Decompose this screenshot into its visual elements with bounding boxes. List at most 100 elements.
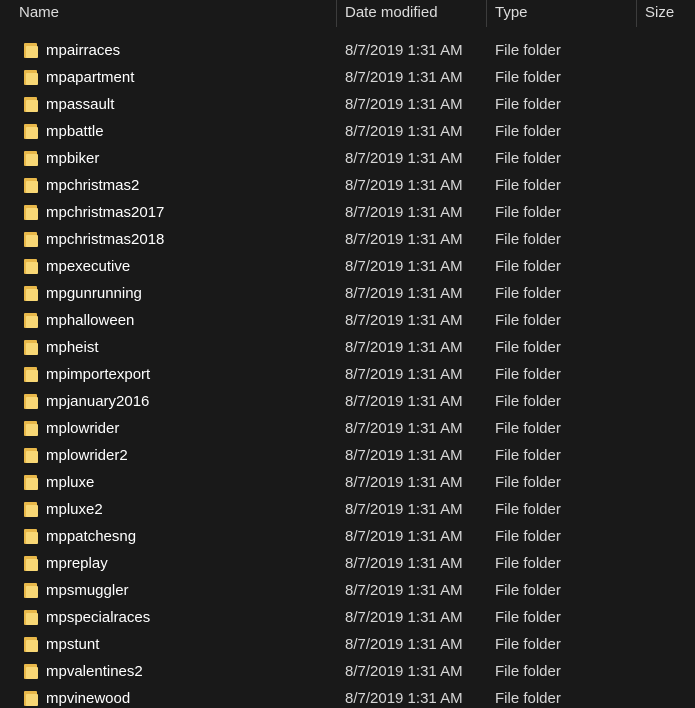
- file-row[interactable]: mpimportexport 8/7/2019 1:31 AM File folde…: [0, 361, 695, 388]
- file-name-cell[interactable]: mpchristmas2018: [0, 231, 337, 248]
- column-header-date-modified[interactable]: Date modified: [337, 0, 487, 27]
- folder-icon: [24, 475, 38, 490]
- folder-icon: [24, 448, 38, 463]
- file-name-cell[interactable]: mpchristmas2017: [0, 204, 337, 221]
- folder-icon: [24, 421, 38, 436]
- file-name-cell[interactable]: mpluxe2: [0, 501, 337, 518]
- folder-icon: [24, 151, 38, 166]
- file-name-cell[interactable]: mplowrider2: [0, 447, 337, 464]
- file-row[interactable]: mpassault 8/7/2019 1:31 AM File folder: [0, 91, 695, 118]
- file-name-cell[interactable]: mpreplay: [0, 555, 337, 572]
- folder-icon: [24, 583, 38, 598]
- file-row[interactable]: mpspecialraces 8/7/2019 1:31 AM File folde…: [0, 604, 695, 631]
- file-row[interactable]: mpheist 8/7/2019 1:31 AM File folder: [0, 334, 695, 361]
- file-name-cell[interactable]: mpspecialraces: [0, 609, 337, 626]
- type-cell: File folder: [495, 312, 561, 329]
- file-name-label: mphalloween: [46, 312, 135, 329]
- file-row[interactable]: mpsmuggler 8/7/2019 1:31 AM File folder: [0, 577, 695, 604]
- date-modified-cell: 8/7/2019 1:31 AM: [345, 366, 463, 383]
- date-modified-cell: 8/7/2019 1:31 AM: [345, 636, 463, 653]
- file-row[interactable]: mpbiker 8/7/2019 1:31 AM File folder: [0, 145, 695, 172]
- file-name-cell[interactable]: mppatchesng: [0, 528, 337, 545]
- type-cell: File folder: [495, 663, 561, 680]
- file-name-label: mpchristmas2017: [46, 204, 165, 221]
- file-name-cell[interactable]: mpexecutive: [0, 258, 337, 275]
- folder-icon: [24, 205, 38, 220]
- file-row[interactable]: mplowrider2 8/7/2019 1:31 AM File folder: [0, 442, 695, 469]
- file-name-cell[interactable]: mpsmuggler: [0, 582, 337, 599]
- date-modified-cell: 8/7/2019 1:31 AM: [345, 258, 463, 275]
- type-cell: File folder: [495, 420, 561, 437]
- folder-icon: [24, 286, 38, 301]
- file-row[interactable]: mpexecutive 8/7/2019 1:31 AM File folder: [0, 253, 695, 280]
- file-row[interactable]: mpbattle 8/7/2019 1:31 AM File folder: [0, 118, 695, 145]
- column-header-name[interactable]: ^ Name: [0, 0, 337, 27]
- file-name-label: mpvinewood: [46, 690, 131, 707]
- file-row[interactable]: mpchristmas2017 8/7/2019 1:31 AM File fold…: [0, 199, 695, 226]
- type-cell: File folder: [495, 555, 561, 572]
- sort-ascending-icon: ^: [170, 0, 175, 2]
- folder-icon: [24, 610, 38, 625]
- column-header-type-label: Type: [495, 4, 528, 21]
- file-row[interactable]: mpreplay 8/7/2019 1:31 AM File folder: [0, 550, 695, 577]
- file-name-label: mpassault: [46, 96, 115, 113]
- date-modified-cell: 8/7/2019 1:31 AM: [345, 582, 463, 599]
- date-modified-cell: 8/7/2019 1:31 AM: [345, 474, 463, 491]
- file-row[interactable]: mpairraces 8/7/2019 1:31 AM File folder: [0, 37, 695, 64]
- file-explorer-list: ^ Name Date modified Type Size mpairrace…: [0, 0, 695, 708]
- folder-icon: [24, 340, 38, 355]
- file-row[interactable]: mpluxe 8/7/2019 1:31 AM File folder: [0, 469, 695, 496]
- file-name-cell[interactable]: mpairraces: [0, 42, 337, 59]
- type-cell: File folder: [495, 339, 561, 356]
- file-name-cell[interactable]: mpchristmas2: [0, 177, 337, 194]
- file-name-cell[interactable]: mpstunt: [0, 636, 337, 653]
- file-row[interactable]: mpgunrunning 8/7/2019 1:31 AM File folder: [0, 280, 695, 307]
- column-header-type[interactable]: Type: [487, 0, 637, 27]
- type-cell: File folder: [495, 177, 561, 194]
- file-name-cell[interactable]: mpimportexport: [0, 366, 337, 383]
- folder-icon: [24, 529, 38, 544]
- file-name-label: mplowrider2: [46, 447, 128, 464]
- file-name-cell[interactable]: mpluxe: [0, 474, 337, 491]
- file-row[interactable]: mpstunt 8/7/2019 1:31 AM File folder: [0, 631, 695, 658]
- file-name-cell[interactable]: mpheist: [0, 339, 337, 356]
- file-name-label: mpchristmas2018: [46, 231, 165, 248]
- file-row[interactable]: mppatchesng 8/7/2019 1:31 AM File folder: [0, 523, 695, 550]
- file-list: mpairraces 8/7/2019 1:31 AM File folder mpa…: [0, 37, 695, 708]
- date-modified-cell: 8/7/2019 1:31 AM: [345, 393, 463, 410]
- file-name-cell[interactable]: mphalloween: [0, 312, 337, 329]
- folder-icon: [24, 232, 38, 247]
- file-name-cell[interactable]: mpvinewood: [0, 690, 337, 707]
- file-name-cell[interactable]: mpjanuary2016: [0, 393, 337, 410]
- file-name-label: mpchristmas2: [46, 177, 140, 194]
- date-modified-cell: 8/7/2019 1:31 AM: [345, 285, 463, 302]
- type-cell: File folder: [495, 285, 561, 302]
- file-row[interactable]: mpvinewood 8/7/2019 1:31 AM File folder: [0, 685, 695, 708]
- type-cell: File folder: [495, 582, 561, 599]
- file-name-label: mpbattle: [46, 123, 104, 140]
- file-name-cell[interactable]: mpgunrunning: [0, 285, 337, 302]
- file-name-cell[interactable]: mpassault: [0, 96, 337, 113]
- file-name-cell[interactable]: mpapartment: [0, 69, 337, 86]
- file-row[interactable]: mpjanuary2016 8/7/2019 1:31 AM File folder: [0, 388, 695, 415]
- column-header-size[interactable]: Size: [637, 0, 695, 27]
- file-row[interactable]: mpchristmas2 8/7/2019 1:31 AM File folder: [0, 172, 695, 199]
- file-row[interactable]: mpvalentines2 8/7/2019 1:31 AM File folder: [0, 658, 695, 685]
- file-row[interactable]: mpluxe2 8/7/2019 1:31 AM File folder: [0, 496, 695, 523]
- file-row[interactable]: mphalloween 8/7/2019 1:31 AM File folder: [0, 307, 695, 334]
- file-row[interactable]: mpchristmas2018 8/7/2019 1:31 AM File fold…: [0, 226, 695, 253]
- folder-icon: [24, 97, 38, 112]
- date-modified-cell: 8/7/2019 1:31 AM: [345, 339, 463, 356]
- file-name-cell[interactable]: mpbiker: [0, 150, 337, 167]
- file-name-label: mpjanuary2016: [46, 393, 150, 410]
- file-name-cell[interactable]: mpvalentines2: [0, 663, 337, 680]
- type-cell: File folder: [495, 150, 561, 167]
- file-name-label: mplowrider: [46, 420, 120, 437]
- file-name-cell[interactable]: mpbattle: [0, 123, 337, 140]
- file-name-cell[interactable]: mplowrider: [0, 420, 337, 437]
- folder-icon: [24, 313, 38, 328]
- file-row[interactable]: mpapartment 8/7/2019 1:31 AM File folder: [0, 64, 695, 91]
- file-name-label: mpvalentines2: [46, 663, 143, 680]
- folder-icon: [24, 367, 38, 382]
- file-row[interactable]: mplowrider 8/7/2019 1:31 AM File folder: [0, 415, 695, 442]
